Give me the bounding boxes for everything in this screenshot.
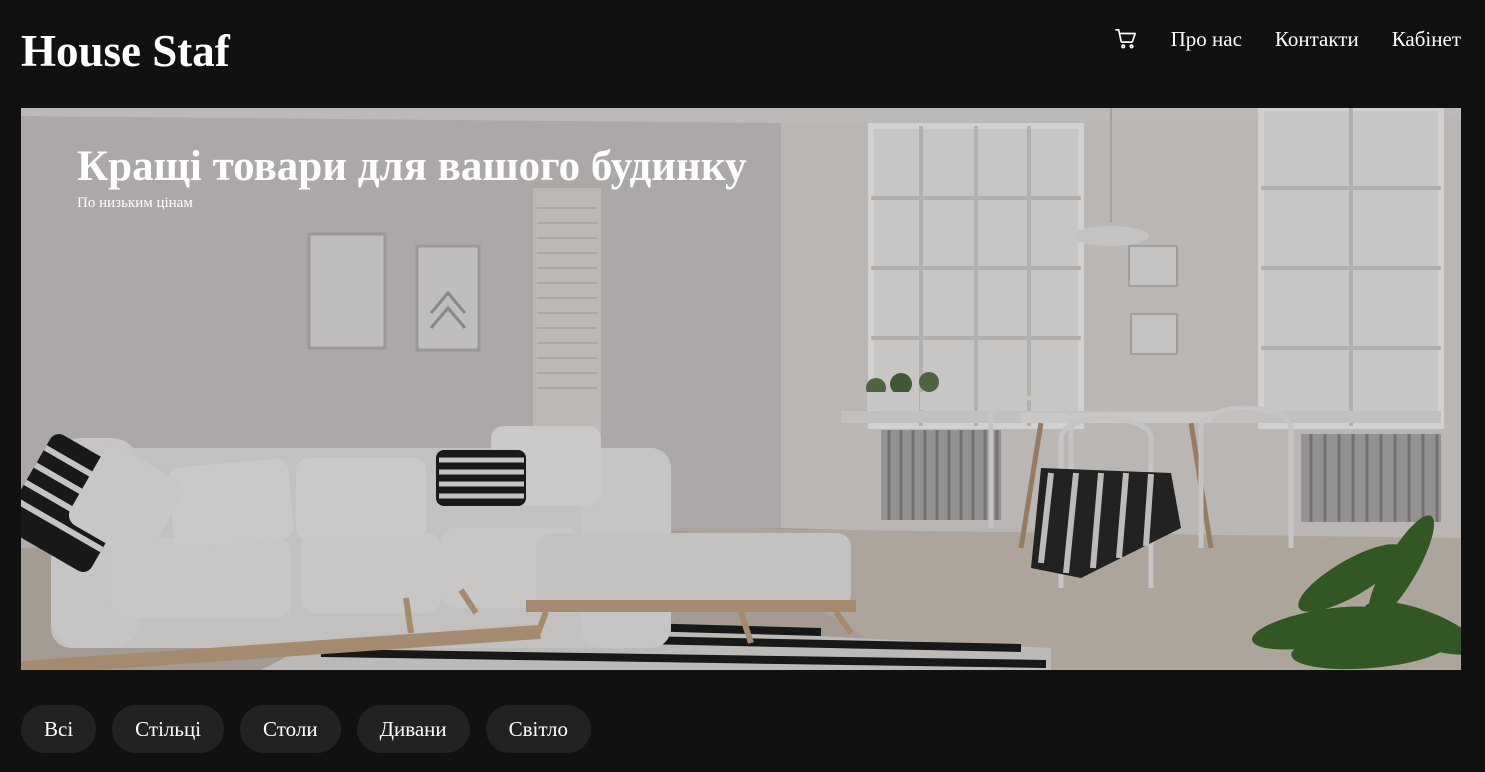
nav-link-about[interactable]: Про нас (1171, 24, 1242, 54)
filter-tables[interactable]: Столи (240, 705, 341, 753)
filter-chairs[interactable]: Стільці (112, 705, 225, 753)
hero-banner: Кращі товари для вашого будинку По низьк… (21, 108, 1461, 670)
site-header: House Staf Про нас Контакти Кабінет (0, 0, 1485, 108)
nav-link-contacts[interactable]: Контакти (1275, 24, 1359, 54)
filter-sofas[interactable]: Дивани (356, 705, 470, 753)
nav-link-cabinet[interactable]: Кабінет (1392, 24, 1461, 54)
hero-overlay (21, 108, 1461, 670)
site-logo[interactable]: House Staf (21, 26, 230, 76)
cart-icon[interactable] (1114, 27, 1138, 51)
hero-title: Кращі товари для вашого будинку (77, 143, 747, 190)
main-nav: Про нас Контакти Кабінет (1114, 24, 1461, 54)
filter-all[interactable]: Всі (21, 705, 97, 753)
category-filters: Всі Стільці Столи Дивани Світло (21, 705, 592, 753)
filter-lighting[interactable]: Світло (485, 705, 592, 753)
hero-subtitle: По низьким цінам (77, 195, 193, 211)
